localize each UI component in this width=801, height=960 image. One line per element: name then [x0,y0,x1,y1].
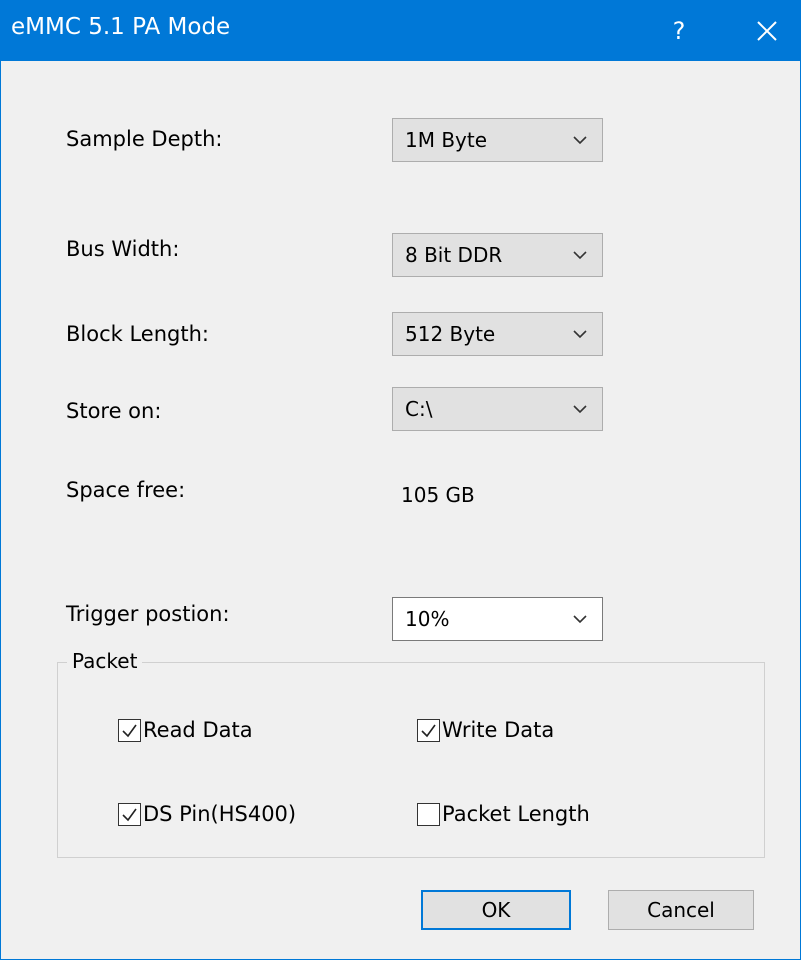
checkmark-icon [122,808,137,821]
bus-width-select[interactable]: 8 Bit DDR [392,233,603,277]
trigger-position-select[interactable]: 10% [392,597,603,641]
chevron-down-icon [573,136,587,145]
read-data-checkbox[interactable]: Read Data [118,715,253,745]
cancel-button[interactable]: Cancel [608,890,754,930]
block-length-label: Block Length: [66,322,209,346]
block-length-select[interactable]: 512 Byte [392,312,603,356]
write-data-checkbox[interactable]: Write Data [417,715,554,745]
chevron-down-icon [573,251,587,260]
ds-pin-label: DS Pin(HS400) [143,802,297,826]
checkbox-box[interactable] [118,718,141,742]
checkbox-box[interactable] [417,802,440,826]
window-title: eMMC 5.1 PA Mode [11,14,231,40]
read-data-label: Read Data [143,718,253,742]
packet-group-title: Packet [67,649,143,673]
bus-width-value: 8 Bit DDR [405,243,503,267]
packet-length-checkbox[interactable]: Packet Length [417,799,590,829]
chevron-down-icon [573,405,587,414]
checkmark-icon [421,724,436,737]
packet-length-label: Packet Length [442,802,590,826]
title-bar[interactable]: eMMC 5.1 PA Mode ? [1,1,800,61]
store-on-value: C:\ [405,397,433,421]
store-on-label: Store on: [66,399,162,423]
help-button[interactable]: ? [656,1,702,61]
close-button[interactable] [742,1,792,61]
chevron-down-icon [573,330,587,339]
space-free-label: Space free: [66,478,186,502]
sample-depth-label: Sample Depth: [66,127,223,151]
chevron-down-icon [573,615,587,624]
sample-depth-value: 1M Byte [405,128,488,152]
bus-width-label: Bus Width: [66,237,180,261]
store-on-select[interactable]: C:\ [392,387,603,431]
space-free-value: 105 GB [401,483,475,507]
ds-pin-checkbox[interactable]: DS Pin(HS400) [118,799,296,829]
sample-depth-select[interactable]: 1M Byte [392,118,603,162]
trigger-position-label: Trigger postion: [66,602,230,626]
close-icon [757,21,777,41]
block-length-value: 512 Byte [405,322,496,346]
dialog-window: eMMC 5.1 PA Mode ? Sample Depth: 1M Byte… [0,0,801,960]
checkbox-box[interactable] [417,718,440,742]
checkmark-icon [122,724,137,737]
checkbox-box[interactable] [118,802,141,826]
write-data-label: Write Data [442,718,555,742]
trigger-position-value: 10% [405,607,450,631]
ok-button[interactable]: OK [421,890,571,930]
